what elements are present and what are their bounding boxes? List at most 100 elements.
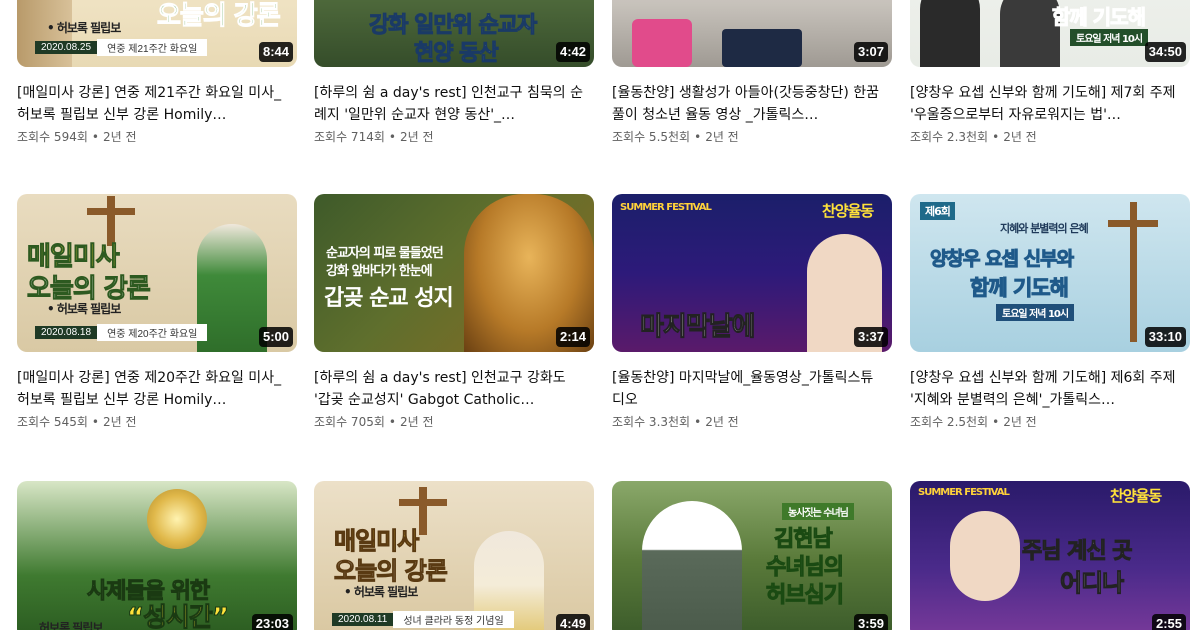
upload-age: 2년 전 [102, 415, 137, 429]
date-bar: 2020.08.25 연중 제21주간 화요일 [35, 38, 208, 56]
video-meta: 조회수 5.5천회 • 2년 전 [612, 130, 739, 144]
thumb-subtitle: • 허보록 필립보 [47, 302, 121, 316]
video-title[interactable]: [매일미사 강론] 연중 제21주간 화요일 미사_허보록 필립보 신부 강론 … [17, 82, 289, 126]
view-count: 조회수 3.3천회 [612, 415, 691, 429]
upload-age: 2년 전 [705, 415, 739, 429]
video-thumbnail[interactable]: 매일미사 오늘의 강론 • 허보록 필립보 2020.08.18 연중 제20주… [17, 194, 297, 352]
thumb-title-2: “성시간” [127, 603, 230, 630]
thumb-badge: 찬양율동 [1110, 487, 1162, 505]
duration-badge: 4:42 [555, 42, 590, 62]
video-card[interactable]: 오늘의 강론 • 허보록 필립보 2020.08.25 연중 제21주간 화요일… [17, 0, 297, 144]
video-card[interactable]: 순교자의 피로 물들었던 강화 앞바다가 한눈에 갑곶 순교 성지 2:14 [… [314, 194, 594, 429]
video-card[interactable]: 강화 일만위 순교자 현양 동산 4:42 [하루의 쉼 a day's res… [314, 0, 594, 144]
thumb-date-sub: 연중 제21주간 화요일 [97, 38, 208, 56]
duration-badge: 3:37 [853, 327, 888, 347]
video-meta: 조회수 714회 • 2년 전 [314, 130, 434, 144]
duration-badge: 5:00 [258, 327, 293, 347]
video-meta: 조회수 3.3천회 • 2년 전 [612, 415, 739, 429]
thumb-title: 마지막날에 [640, 312, 757, 343]
view-count: 조회수 714회 [314, 130, 385, 144]
video-thumbnail[interactable]: 3:07 [612, 0, 892, 67]
video-title[interactable]: [양창우 요셉 신부와 함께 기도해] 제6회 주제 '지혜와 분별력의 은혜'… [910, 367, 1182, 411]
video-card[interactable]: 함께 기도해 토요일 저녁 10시 34:50 [양창우 요셉 신부와 함께 기… [910, 0, 1190, 144]
upload-age: 2년 전 [399, 130, 434, 144]
thumb-subtitle: 토요일 저녁 10시 [1070, 29, 1149, 46]
video-meta: 조회수 545회 • 2년 전 [17, 415, 137, 429]
video-thumbnail[interactable]: 강화 일만위 순교자 현양 동산 4:42 [314, 0, 594, 67]
thumb-subtitle: 토요일 저녁 10시 [996, 304, 1075, 321]
duration-badge: 3:07 [853, 42, 888, 62]
duration-badge: 33:10 [1144, 327, 1186, 347]
video-thumbnail[interactable]: 순교자의 피로 물들었던 강화 앞바다가 한눈에 갑곶 순교 성지 2:14 [314, 194, 594, 352]
thumb-subtitle: 허보록 필립보 [39, 621, 103, 630]
upload-age: 2년 전 [705, 130, 739, 144]
video-title[interactable]: [매일미사 강론] 연중 제20주간 화요일 미사_허보록 필립보 신부 강론 … [17, 367, 289, 411]
video-thumbnail[interactable]: 오늘의 강론 • 허보록 필립보 2020.08.25 연중 제21주간 화요일… [17, 0, 297, 67]
upload-age: 2년 전 [1003, 415, 1037, 429]
thumb-title: 순교자의 피로 물들었던 [326, 246, 444, 261]
thumb-title: 주님 계신 곳 [1022, 539, 1134, 565]
upload-age: 2년 전 [399, 415, 434, 429]
view-count: 조회수 545회 [17, 415, 88, 429]
video-title[interactable]: [하루의 쉼 a day's rest] 인천교구 강화도 '갑곶 순교성지' … [314, 367, 586, 411]
thumb-title: 함께 기도해 [1052, 5, 1147, 30]
video-grid: 오늘의 강론 • 허보록 필립보 2020.08.25 연중 제21주간 화요일… [0, 0, 1200, 630]
video-thumbnail[interactable]: SUMMER FESTIVAL 찬양율동 주님 계신 곳 어디나 2:55 [910, 481, 1190, 630]
view-count: 조회수 2.5천회 [910, 415, 989, 429]
duration-badge: 8:44 [258, 42, 293, 62]
thumb-date: 2020.08.18 [35, 325, 98, 339]
thumb-badge: 농사짓는 수녀님 [782, 503, 854, 520]
video-meta: 조회수 594회 • 2년 전 [17, 130, 137, 144]
thumb-title-3: 갑곶 순교 성지 [324, 286, 454, 311]
thumb-top: 지혜와 분별력의 은혜 [1000, 222, 1089, 235]
thumb-title: 오늘의 강론 [157, 1, 282, 32]
thumb-festival: SUMMER FESTIVAL [918, 487, 1010, 498]
video-title[interactable]: [하루의 쉼 a day's rest] 인천교구 침묵의 순례지 '일만위 순… [314, 82, 586, 126]
video-card[interactable]: SUMMER FESTIVAL 찬양율동 주님 계신 곳 어디나 2:55 [910, 481, 1190, 630]
video-card[interactable]: SUMMER FESTIVAL 찬양율동 마지막날에 3:37 [율동찬양] 마… [612, 194, 892, 429]
video-thumbnail[interactable]: 제6회 지혜와 분별력의 은혜 양창우 요셉 신부와 함께 기도해 토요일 저녁… [910, 194, 1190, 352]
thumb-festival: SUMMER FESTIVAL [620, 202, 712, 213]
video-card[interactable]: 매일미사 오늘의 강론 • 허보록 필립보 2020.08.11 성녀 클라라 … [314, 481, 594, 630]
thumb-title-3: 허브심기 [766, 583, 845, 609]
video-card[interactable]: 제6회 지혜와 분별력의 은혜 양창우 요셉 신부와 함께 기도해 토요일 저녁… [910, 194, 1190, 429]
thumb-episode: 제6회 [920, 202, 955, 220]
thumb-title: 양창우 요셉 신부와 [929, 248, 1074, 271]
video-title[interactable]: [율동찬양] 마지막날에_율동영상_가톨릭스튜디오 [612, 367, 884, 411]
video-thumbnail[interactable]: 농사짓는 수녀님 김현남 수녀님의 허브심기 3:59 [612, 481, 892, 630]
thumb-title-2: 어디나 [1059, 569, 1124, 598]
video-card[interactable]: 사제들을 위한 “성시간” 허보록 필립보 23:03 [17, 481, 297, 630]
video-meta: 조회수 2.3천회 • 2년 전 [910, 130, 1037, 144]
video-card[interactable]: 3:07 [율동찬양] 생활성가 아들아(갓등중창단) 한꿈풀이 청소년 율동 … [612, 0, 892, 144]
video-meta: 조회수 2.5천회 • 2년 전 [910, 415, 1037, 429]
duration-badge: 2:14 [555, 327, 590, 347]
thumb-subtitle: • 허보록 필립보 [47, 21, 121, 35]
video-title[interactable]: [율동찬양] 생활성가 아들아(갓등중창단) 한꿈풀이 청소년 율동 영상 _가… [612, 82, 884, 126]
thumb-badge: 찬양율동 [822, 202, 874, 220]
thumb-title-2: 오늘의 강론 [334, 557, 449, 586]
video-meta: 조회수 705회 • 2년 전 [314, 415, 434, 429]
duration-badge: 3:59 [853, 614, 888, 630]
video-thumbnail[interactable]: 함께 기도해 토요일 저녁 10시 34:50 [910, 0, 1190, 67]
view-count: 조회수 705회 [314, 415, 385, 429]
thumb-date: 2020.08.11 [332, 612, 394, 626]
view-count: 조회수 5.5천회 [612, 130, 691, 144]
view-count: 조회수 2.3천회 [910, 130, 989, 144]
view-count: 조회수 594회 [17, 130, 88, 144]
video-card[interactable]: 매일미사 오늘의 강론 • 허보록 필립보 2020.08.18 연중 제20주… [17, 194, 297, 429]
thumb-title-2: 현양 동산 [414, 41, 500, 67]
thumb-title-2: 함께 기도해 [970, 276, 1070, 301]
video-title[interactable]: [양창우 요셉 신부와 함께 기도해] 제7회 주제 '우울증으로부터 자유로워… [910, 82, 1182, 126]
thumb-subtitle: • 허보록 필립보 [344, 585, 418, 599]
video-thumbnail[interactable]: SUMMER FESTIVAL 찬양율동 마지막날에 3:37 [612, 194, 892, 352]
upload-age: 2년 전 [1003, 130, 1037, 144]
video-thumbnail[interactable]: 사제들을 위한 “성시간” 허보록 필립보 23:03 [17, 481, 297, 630]
date-bar: 2020.08.18 연중 제20주간 화요일 [35, 323, 208, 341]
thumb-title-2: 강화 앞바다가 한눈에 [326, 264, 433, 279]
duration-badge: 2:55 [1151, 614, 1186, 630]
duration-badge: 4:49 [555, 614, 590, 630]
thumb-date-sub: 연중 제20주간 화요일 [97, 323, 208, 341]
video-card[interactable]: 농사짓는 수녀님 김현남 수녀님의 허브심기 3:59 [612, 481, 892, 630]
duration-badge: 23:03 [251, 614, 293, 630]
video-thumbnail[interactable]: 매일미사 오늘의 강론 • 허보록 필립보 2020.08.11 성녀 클라라 … [314, 481, 594, 630]
